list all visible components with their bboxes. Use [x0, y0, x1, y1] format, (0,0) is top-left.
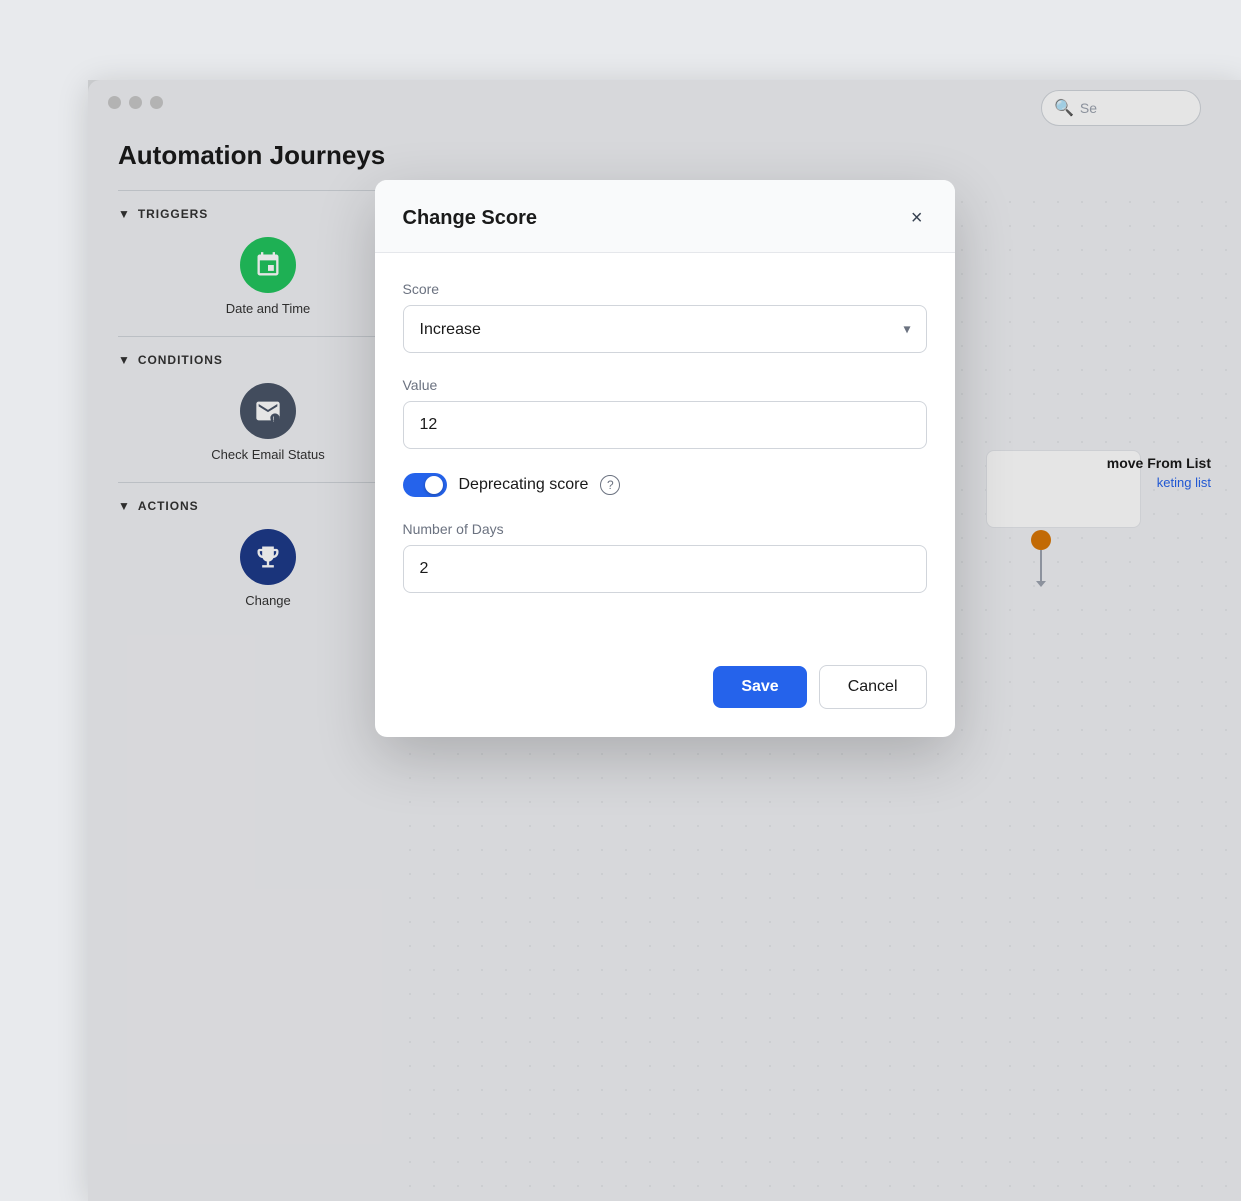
days-input[interactable] — [403, 545, 927, 593]
cancel-button[interactable]: Cancel — [819, 665, 927, 709]
value-field-group: Value — [403, 377, 927, 449]
score-select-wrapper: Increase Decrease Set ▾ — [403, 305, 927, 353]
modal-body: Score Increase Decrease Set ▾ Value — [375, 253, 955, 645]
deprecating-label: Deprecating score — [459, 476, 589, 494]
days-field-group: Number of Days — [403, 521, 927, 593]
deprecating-toggle[interactable] — [403, 473, 447, 497]
days-label: Number of Days — [403, 521, 927, 537]
deprecating-score-row: Deprecating score ? — [403, 473, 927, 497]
modal-close-button[interactable]: × — [907, 204, 927, 232]
main-window: Automation Journeys 🔍 Se ▼ TRIGGERS Date… — [88, 80, 1241, 1201]
value-input[interactable] — [403, 401, 927, 449]
toggle-thumb — [425, 476, 443, 494]
modal-title: Change Score — [403, 207, 537, 230]
toggle-track — [403, 473, 447, 497]
modal-overlay: Change Score × Score Increase Decrease S… — [88, 80, 1241, 1201]
change-score-modal: Change Score × Score Increase Decrease S… — [375, 180, 955, 737]
score-select[interactable]: Increase Decrease Set — [403, 305, 927, 353]
modal-header: Change Score × — [375, 180, 955, 253]
save-button[interactable]: Save — [713, 666, 806, 708]
help-icon[interactable]: ? — [600, 475, 620, 495]
score-label: Score — [403, 281, 927, 297]
value-label: Value — [403, 377, 927, 393]
score-field-group: Score Increase Decrease Set ▾ — [403, 281, 927, 353]
modal-footer: Save Cancel — [375, 645, 955, 737]
